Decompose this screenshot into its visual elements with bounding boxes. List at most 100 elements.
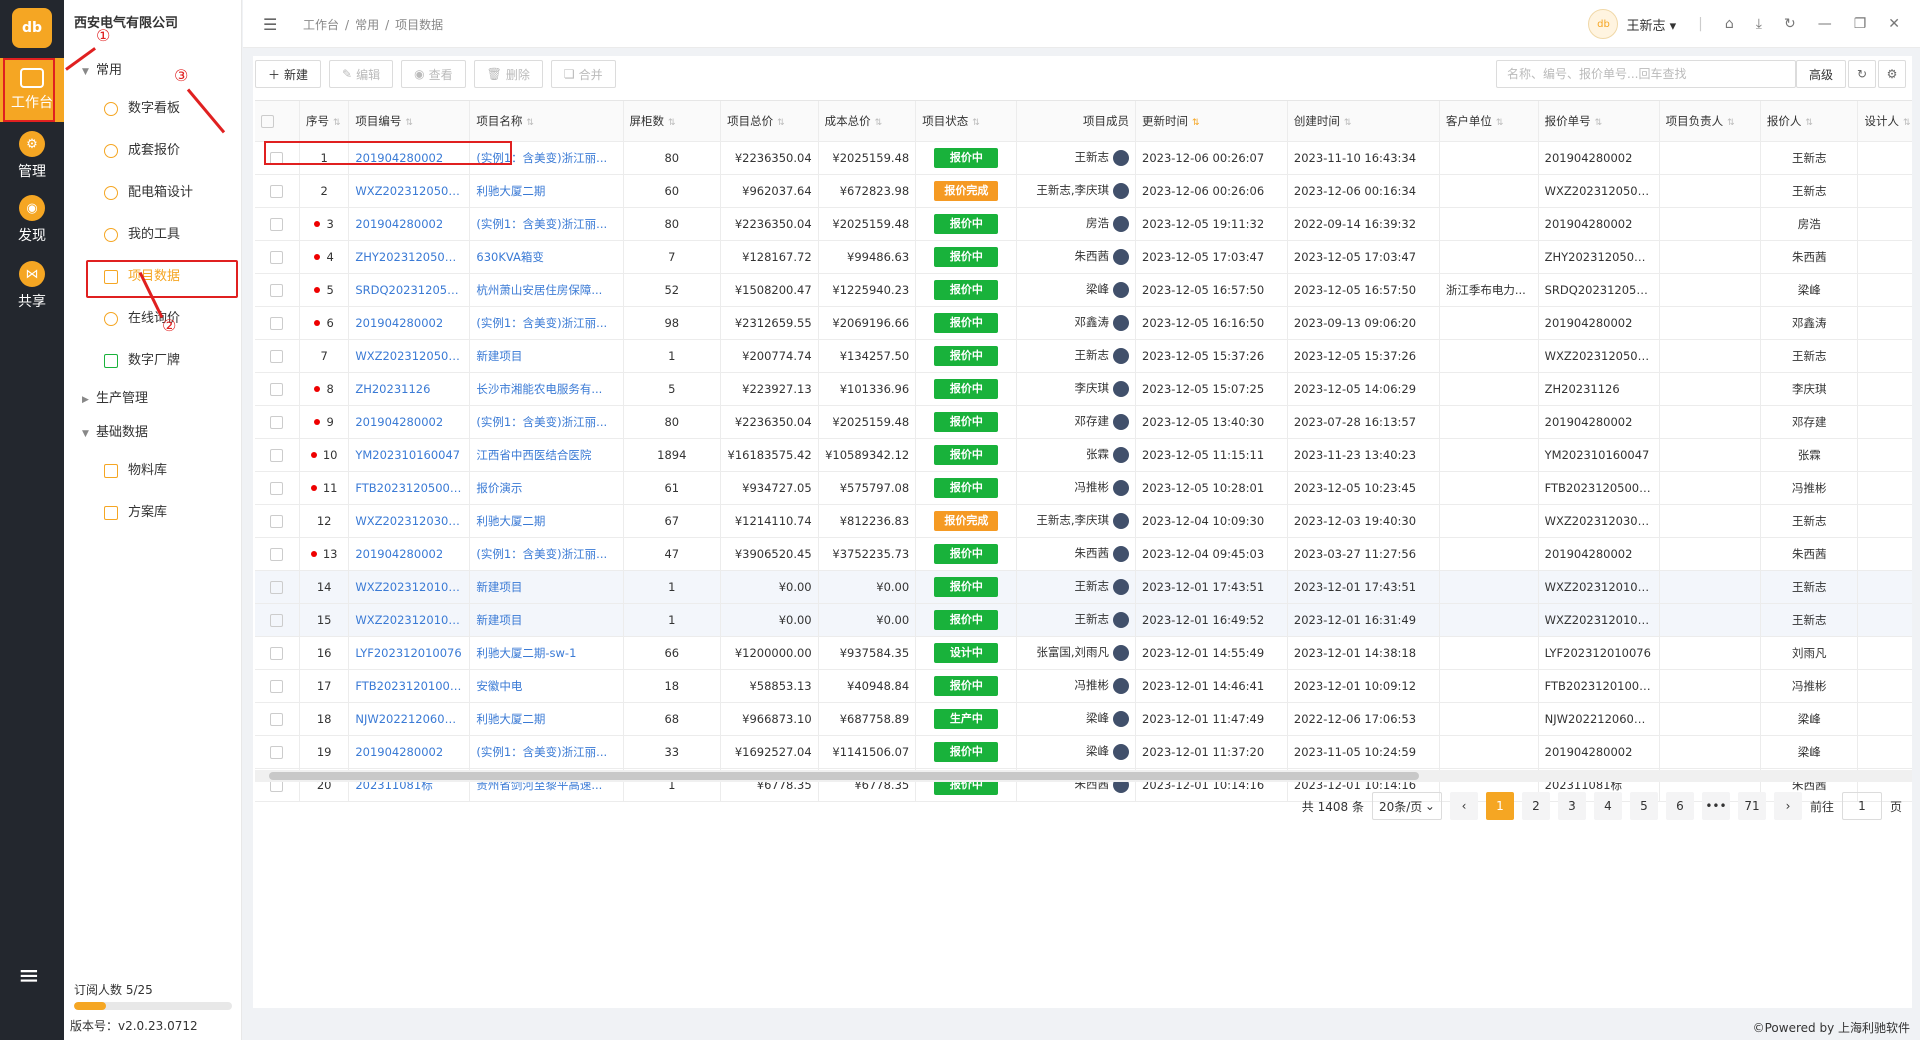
cell-project-name[interactable]: (实例1：含美变)浙江丽... <box>469 207 624 241</box>
page-button[interactable]: 5 <box>1629 792 1658 820</box>
sidebar-item-materials[interactable]: 物料库 <box>64 450 241 492</box>
view-button[interactable]: ◉ 查看 <box>401 60 466 88</box>
cell-project-code[interactable]: 201904280002 <box>348 735 471 769</box>
column-header[interactable]: 成本总价 ⇅ <box>818 101 917 142</box>
table-row[interactable]: 7 WXZ202312050036 新建项目 1 ¥200774.74 ¥134257.5… <box>255 339 1912 373</box>
cell-project-name[interactable]: (实例1：含美变)浙江丽... <box>469 306 624 340</box>
table-row[interactable]: 13 201904280002 (实例1：含美变)浙江丽... 47 ¥3906520.… <box>255 537 1912 571</box>
cell-project-code[interactable]: 201904280002 <box>348 405 471 439</box>
sidebar-item-project-data[interactable]: 项目数据 <box>64 256 241 298</box>
scrollbar-thumb[interactable] <box>269 772 1419 780</box>
advanced-search-button[interactable]: 高级 <box>1795 60 1846 88</box>
page-button[interactable]: 2 <box>1521 792 1550 820</box>
rail-item-manage[interactable]: ⚙ 管理 <box>0 124 64 188</box>
row-checkbox[interactable] <box>255 702 300 736</box>
column-header[interactable]: 报价单号 ⇅ <box>1538 101 1660 142</box>
new-button[interactable]: ＋新建 <box>255 60 322 88</box>
table-row[interactable]: 11 FTB202312050085 报价演示 61 ¥934727.05 ¥575797… <box>255 471 1912 505</box>
rail-item-discover[interactable]: ◉ 发现 <box>0 188 64 252</box>
collapse-menu-icon[interactable]: ☰ <box>263 15 277 34</box>
cell-project-code[interactable]: YM202310160047 <box>348 438 471 472</box>
row-checkbox[interactable] <box>255 603 300 637</box>
edit-button[interactable]: ✎ 编辑 <box>329 60 394 88</box>
cell-project-code[interactable]: 201904280002 <box>348 207 471 241</box>
close-icon[interactable]: ✕ <box>1888 16 1900 32</box>
sidebar-group-basic-data[interactable]: ▼ 基础数据 <box>64 416 241 450</box>
column-header[interactable]: 项目负责人 ⇅ <box>1659 101 1761 142</box>
column-header[interactable]: 报价人 ⇅ <box>1760 101 1859 142</box>
row-checkbox[interactable] <box>255 240 300 274</box>
page-button[interactable]: 4 <box>1593 792 1622 820</box>
select-all-checkbox[interactable] <box>255 101 300 142</box>
cell-project-name[interactable]: (实例1：含美变)浙江丽... <box>469 735 624 769</box>
hamburger-menu-icon[interactable]: ≡ <box>18 963 42 989</box>
column-header[interactable]: 项目编号 ⇅ <box>348 101 471 142</box>
next-page-button[interactable]: › <box>1773 792 1802 820</box>
table-row[interactable]: 6 201904280002 (实例1：含美变)浙江丽... 98 ¥2312659.5… <box>255 306 1912 340</box>
table-row[interactable]: 17 FTB202312010017 安徽中电 18 ¥58853.13 ¥40948.8… <box>255 669 1912 703</box>
goto-page-input[interactable]: 1 <box>1841 792 1882 820</box>
row-checkbox[interactable] <box>255 636 300 670</box>
breadcrumb-item[interactable]: 工作台 <box>303 18 339 32</box>
cell-project-name[interactable]: 安徽中电 <box>469 669 624 703</box>
column-header[interactable]: 项目状态 ⇅ <box>915 101 1018 142</box>
table-row[interactable]: 9 201904280002 (实例1：含美变)浙江丽... 80 ¥2236350.0… <box>255 405 1912 439</box>
column-header[interactable]: 序号 ⇅ <box>299 101 350 142</box>
sidebar-item-my-tools[interactable]: 我的工具 <box>64 214 241 256</box>
table-row[interactable]: 4 ZHY202312050144 630KVA箱变 7 ¥128167.72 ¥9948… <box>255 240 1912 274</box>
cell-project-code[interactable]: WXZ202312010030 <box>348 570 471 604</box>
page-size-select[interactable]: 20条/页 ⌄ <box>1371 792 1442 820</box>
row-checkbox[interactable] <box>255 471 300 505</box>
page-button[interactable]: 3 <box>1557 792 1586 820</box>
cell-project-name[interactable]: 新建项目 <box>469 339 624 373</box>
sidebar-item-digital-plate[interactable]: 数字厂牌 <box>64 340 241 382</box>
column-header[interactable]: 创建时间 ⇅ <box>1287 101 1440 142</box>
row-checkbox[interactable] <box>255 735 300 769</box>
row-checkbox[interactable] <box>255 372 300 406</box>
cell-project-code[interactable]: LYF202312010076 <box>348 636 471 670</box>
cell-project-code[interactable]: 201904280002 <box>348 306 471 340</box>
row-checkbox[interactable] <box>255 405 300 439</box>
sidebar-item-quote[interactable]: 成套报价 <box>64 130 241 172</box>
row-checkbox[interactable] <box>255 570 300 604</box>
page-button[interactable]: ••• <box>1701 792 1730 820</box>
search-input[interactable] <box>1496 60 1796 88</box>
table-row[interactable]: 5 SRDQ202312050060 杭州萧山安居住房保障... 52 ¥1508200… <box>255 273 1912 307</box>
table-row[interactable]: 18 NJW202212060002 利驰大厦二期 68 ¥966873.10 ¥6877… <box>255 702 1912 736</box>
sidebar-group-production[interactable]: ▶ 生产管理 <box>64 382 241 416</box>
cell-project-name[interactable]: 630KVA箱变 <box>469 240 624 274</box>
column-header[interactable]: 更新时间 ⇅ <box>1135 101 1288 142</box>
table-row[interactable]: 15 WXZ202312010029 新建项目 1 ¥0.00 ¥0.00 报价中 王新志 20… <box>255 603 1912 637</box>
cell-project-name[interactable]: 新建项目 <box>469 570 624 604</box>
column-header[interactable]: 设计人 ⇅ <box>1857 101 1912 142</box>
page-button[interactable]: 71 <box>1737 792 1766 820</box>
sidebar-item-schemes[interactable]: 方案库 <box>64 492 241 534</box>
cell-project-name[interactable]: 江西省中西医结合医院 <box>469 438 624 472</box>
prev-page-button[interactable]: ‹ <box>1449 792 1478 820</box>
cell-project-name[interactable]: 利驰大厦二期-sw-1 <box>469 636 624 670</box>
shirt-icon[interactable]: ⌂ <box>1725 16 1734 32</box>
cell-project-code[interactable]: WXZ202312050037 <box>348 174 471 208</box>
breadcrumb-item[interactable]: 常用 <box>355 18 379 32</box>
merge-button[interactable]: ❏ 合并 <box>550 60 616 88</box>
row-checkbox[interactable] <box>255 273 300 307</box>
delete-button[interactable]: 🗑 删除 <box>473 60 543 88</box>
cell-project-code[interactable]: ZH20231126 <box>348 372 471 406</box>
cell-project-name[interactable]: 杭州萧山安居住房保障... <box>469 273 624 307</box>
refresh-table-button[interactable]: ↻ <box>1848 60 1876 88</box>
table-row[interactable]: 19 201904280002 (实例1：含美变)浙江丽... 33 ¥1692527.… <box>255 735 1912 769</box>
cell-project-name[interactable]: (实例1：含美变)浙江丽... <box>469 405 624 439</box>
table-row[interactable]: 2 WXZ202312050037 利驰大厦二期 60 ¥962037.64 ¥67282… <box>255 174 1912 208</box>
cell-project-code[interactable]: SRDQ202312050060 <box>348 273 471 307</box>
table-row[interactable]: 14 WXZ202312010030 新建项目 1 ¥0.00 ¥0.00 报价中 王新志 20… <box>255 570 1912 604</box>
sidebar-item-box-design[interactable]: 配电箱设计 <box>64 172 241 214</box>
settings-button[interactable]: ⚙ <box>1878 60 1906 88</box>
row-checkbox[interactable] <box>255 669 300 703</box>
download-icon[interactable]: ⤓ <box>1756 16 1762 32</box>
table-row[interactable]: 10 YM202310160047 江西省中西医结合医院 1894 ¥16183575.… <box>255 438 1912 472</box>
cell-project-name[interactable]: 利驰大厦二期 <box>469 702 624 736</box>
cell-project-name[interactable]: 利驰大厦二期 <box>469 174 624 208</box>
cell-project-name[interactable]: 利驰大厦二期 <box>469 504 624 538</box>
sidebar-item-online-inquiry[interactable]: 在线询价 <box>64 298 241 340</box>
rail-item-share[interactable]: ⋈ 共享 <box>0 254 64 318</box>
